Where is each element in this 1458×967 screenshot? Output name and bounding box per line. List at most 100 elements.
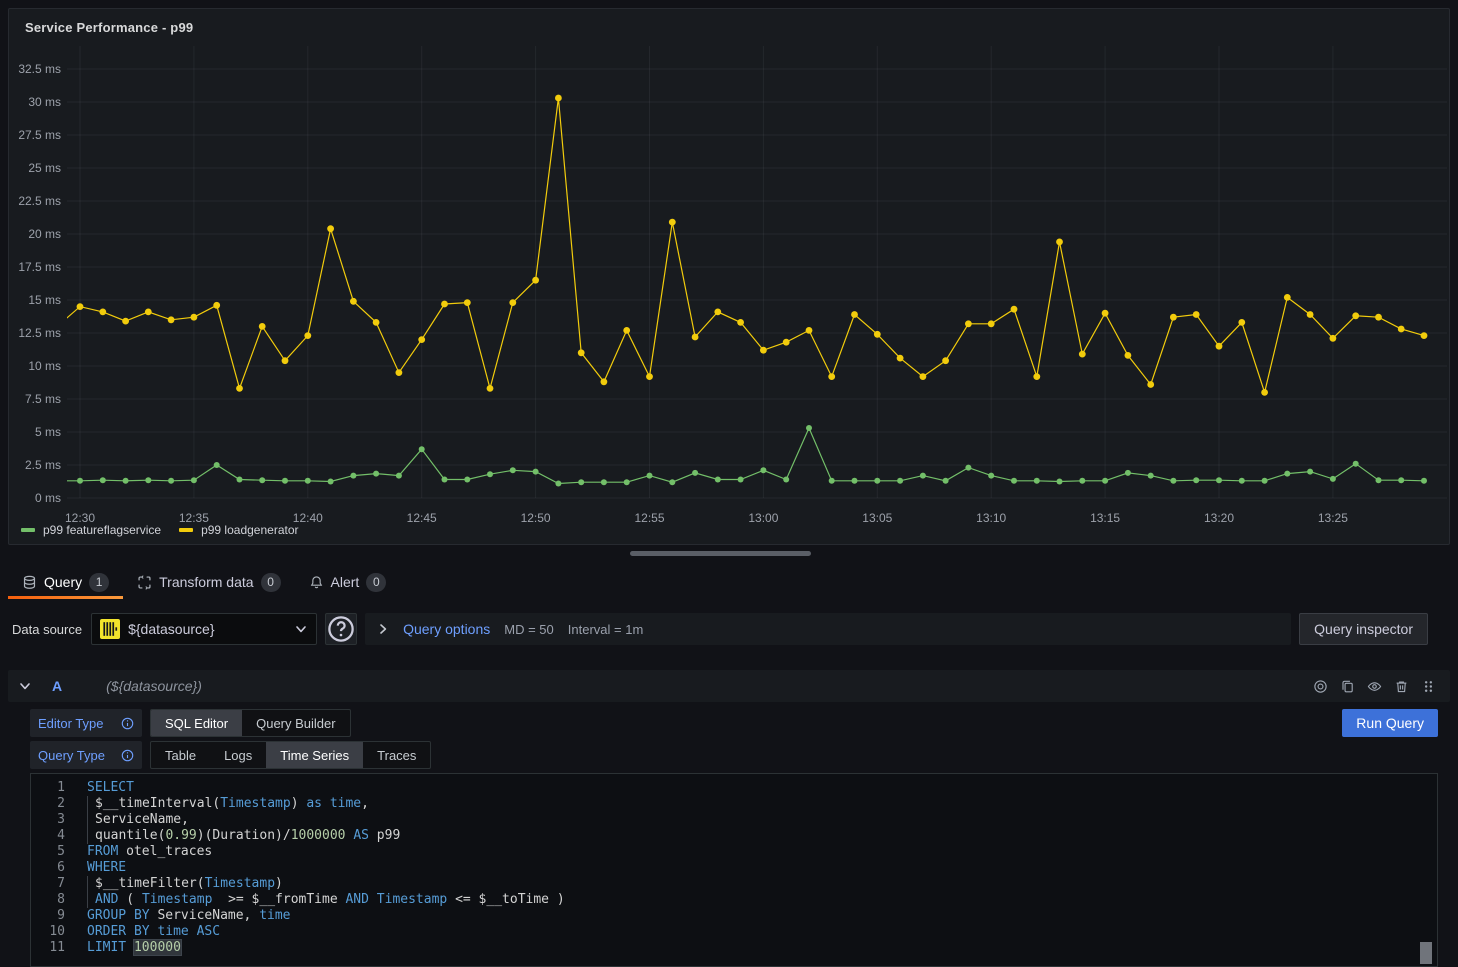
query-type-group: TableLogsTime SeriesTraces — [150, 741, 431, 769]
svg-text:12:50: 12:50 — [521, 511, 551, 525]
line-number: 6 — [31, 860, 65, 876]
horizontal-scrollbar-thumb[interactable] — [630, 551, 811, 556]
line-number: 3 — [31, 812, 65, 828]
bell-icon — [309, 575, 324, 590]
timeseries-panel: 0 ms 2.5 ms 5 ms 7.5 ms 10 ms 12.5 ms 15 ms 17.… — [8, 8, 1450, 545]
svg-text:13:05: 13:05 — [862, 511, 892, 525]
svg-text:2.5 ms: 2.5 ms — [25, 458, 61, 472]
chevron-right-icon — [377, 623, 389, 635]
datasource-picker[interactable]: ${datasource} — [91, 613, 317, 645]
editor-type-row: Editor Type SQL EditorQuery Builder Run … — [30, 709, 1438, 737]
query-editor-body: Editor Type SQL EditorQuery Builder Run … — [8, 702, 1450, 967]
copy-icon[interactable] — [1340, 679, 1355, 694]
sql-code-editor[interactable]: 1SELECT2$__timeInterval(Timestamp) as ti… — [30, 773, 1438, 967]
editor-scrollbar-thumb[interactable] — [1420, 942, 1432, 964]
tab-query[interactable]: Query 1 — [8, 565, 123, 599]
editor-type-option-query-builder[interactable]: Query Builder — [242, 710, 349, 736]
code-line: 6WHERE — [31, 860, 1437, 876]
line-number: 10 — [31, 924, 65, 940]
tab-bar: Query 1 Transform data 0 Alert 0 — [8, 565, 400, 599]
query-type-option-traces[interactable]: Traces — [363, 742, 430, 768]
query-row-header[interactable]: A (${datasource}) — [8, 670, 1450, 702]
legend-item[interactable]: p99 loadgenerator — [179, 523, 298, 537]
interval-value: Interval = 1m — [568, 622, 644, 637]
tab-badge: 0 — [261, 573, 281, 592]
line-number: 1 — [31, 780, 65, 796]
query-editor-card: A (${datasource}) Editor Type SQL Editor… — [8, 670, 1450, 959]
datasource-label: Data source — [12, 622, 82, 637]
code-line: 2$__timeInterval(Timestamp) as time, — [31, 796, 1437, 812]
query-datasource-hint: (${datasource}) — [106, 678, 202, 694]
tab-badge: 1 — [89, 573, 109, 592]
line-number: 8 — [31, 892, 65, 908]
svg-text:17.5 ms: 17.5 ms — [18, 260, 61, 274]
query-options-toggle[interactable]: Query options MD = 50 Interval = 1m — [365, 613, 1291, 645]
svg-text:15 ms: 15 ms — [28, 293, 61, 307]
legend-swatch — [21, 528, 35, 532]
svg-text:7.5 ms: 7.5 ms — [25, 392, 61, 406]
code-line: 1SELECT — [31, 780, 1437, 796]
code-line: 9GROUP BY ServiceName, time — [31, 908, 1437, 924]
svg-text:25 ms: 25 ms — [28, 161, 61, 175]
tab-label: Transform data — [159, 574, 253, 590]
svg-text:32.5 ms: 32.5 ms — [18, 62, 61, 76]
line-number: 5 — [31, 844, 65, 860]
chevron-down-icon[interactable] — [18, 679, 32, 693]
svg-text:12:45: 12:45 — [407, 511, 437, 525]
query-type-row: Query Type TableLogsTime SeriesTraces — [30, 741, 1438, 769]
legend-label: p99 loadgenerator — [201, 523, 298, 537]
query-options-label: Query options — [403, 621, 490, 637]
record-circle-icon[interactable] — [1313, 679, 1328, 694]
query-ref-id: A — [52, 678, 62, 694]
transform-icon — [137, 575, 152, 590]
line-number: 7 — [31, 876, 65, 892]
tab-alert[interactable]: Alert 0 — [295, 565, 401, 599]
question-circle-icon[interactable] — [325, 613, 357, 645]
svg-text:10 ms: 10 ms — [28, 359, 61, 373]
editor-type-option-sql-editor[interactable]: SQL Editor — [151, 710, 242, 736]
legend-swatch — [179, 528, 193, 532]
svg-text:0 ms: 0 ms — [35, 491, 61, 505]
svg-text:13:15: 13:15 — [1090, 511, 1120, 525]
svg-text:22.5 ms: 22.5 ms — [18, 194, 61, 208]
code-line: 10ORDER BY time ASC — [31, 924, 1437, 940]
svg-text:13:00: 13:00 — [748, 511, 778, 525]
chart-canvas[interactable]: 0 ms 2.5 ms 5 ms 7.5 ms 10 ms 12.5 ms 15 ms 17.… — [9, 9, 1449, 529]
clickhouse-logo-icon — [100, 619, 120, 639]
code-line: 4quantile(0.99)(Duration)/1000000 AS p99 — [31, 828, 1437, 844]
tab-badge: 0 — [366, 573, 386, 592]
svg-text:12.5 ms: 12.5 ms — [18, 326, 61, 340]
tab-label: Query — [44, 574, 82, 590]
info-circle-icon[interactable] — [121, 749, 134, 762]
tab-transform-data[interactable]: Transform data 0 — [123, 565, 294, 599]
max-data-points-value: MD = 50 — [504, 622, 554, 637]
database-icon — [22, 575, 37, 590]
code-line: 11LIMIT 100000 — [31, 940, 1437, 956]
query-type-option-logs[interactable]: Logs — [210, 742, 266, 768]
run-query-button[interactable]: Run Query — [1342, 709, 1438, 737]
code-line: 7$__timeFilter(Timestamp) — [31, 876, 1437, 892]
info-circle-icon[interactable] — [121, 717, 134, 730]
query-inspector-button[interactable]: Query inspector — [1299, 613, 1428, 645]
code-line: 3ServiceName, — [31, 812, 1437, 828]
query-type-option-time-series[interactable]: Time Series — [266, 742, 363, 768]
editor-type-label: Editor Type — [30, 709, 142, 737]
eye-icon[interactable] — [1367, 679, 1382, 694]
legend-label: p99 featureflagservice — [43, 523, 161, 537]
line-number: 11 — [31, 940, 65, 956]
trash-icon[interactable] — [1394, 679, 1409, 694]
svg-text:13:10: 13:10 — [976, 511, 1006, 525]
query-type-option-table[interactable]: Table — [151, 742, 210, 768]
code-line: 8AND ( Timestamp >= $__fromTime AND Time… — [31, 892, 1437, 908]
drag-handle-icon[interactable] — [1421, 679, 1436, 694]
tab-label: Alert — [331, 574, 360, 590]
panel-title: Service Performance - p99 — [25, 20, 193, 35]
query-type-label: Query Type — [30, 741, 142, 769]
svg-text:27.5 ms: 27.5 ms — [18, 128, 61, 142]
datasource-value: ${datasource} — [128, 621, 286, 637]
svg-text:5 ms: 5 ms — [35, 425, 61, 439]
svg-text:13:25: 13:25 — [1318, 511, 1348, 525]
datasource-row: Data source ${datasource} Query options … — [12, 613, 1428, 645]
svg-text:13:20: 13:20 — [1204, 511, 1234, 525]
legend-item[interactable]: p99 featureflagservice — [21, 523, 161, 537]
